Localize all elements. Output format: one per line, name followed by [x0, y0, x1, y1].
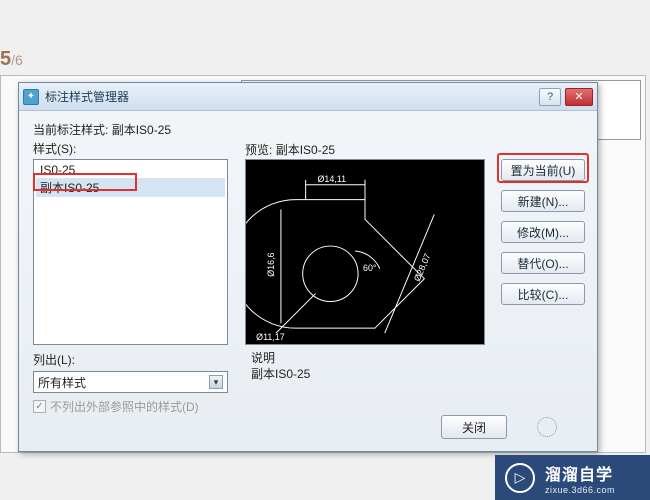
list-filter-select[interactable]: 所有样式 ▾ [33, 371, 228, 393]
list-label: 列出(L): [33, 351, 75, 368]
compare-button[interactable]: 比较(C)... [501, 283, 585, 305]
watermark-url: zixue.3d66.com [545, 485, 615, 495]
hide-xref-checkbox[interactable]: ✓ [33, 400, 46, 413]
override-button[interactable]: 替代(O)... [501, 252, 585, 274]
close-icon[interactable]: ✕ [565, 88, 593, 106]
current-style-label: 当前标注样式: [33, 123, 108, 137]
page-current: 5 [0, 48, 11, 70]
list-item[interactable]: IS0-25 [36, 162, 225, 178]
play-icon: ▷ [505, 463, 535, 493]
page-total: /6 [11, 52, 23, 68]
dimension-style-dialog: ✦ 标注样式管理器 ? ✕ 当前标注样式: 副本IS0-25 样式(S): IS… [18, 82, 598, 452]
app-icon: ✦ [23, 89, 39, 105]
description-label: 说明 [251, 349, 275, 366]
watermark: ▷ 溜溜自学 zixue.3d66.com [495, 455, 650, 500]
svg-text:Ø28,07: Ø28,07 [412, 252, 433, 283]
svg-text:Ø11,17: Ø11,17 [256, 332, 285, 342]
current-style-value: 副本IS0-25 [112, 123, 171, 137]
list-item[interactable]: 副本IS0-25 [36, 178, 225, 197]
watermark-name: 溜溜自学 [545, 461, 615, 485]
chevron-down-icon[interactable]: ▾ [209, 375, 223, 389]
help-button[interactable]: ? [539, 88, 561, 106]
modify-button[interactable]: 修改(M)... [501, 221, 585, 243]
select-value: 所有样式 [38, 374, 86, 391]
styles-listbox[interactable]: IS0-25 副本IS0-25 [33, 159, 228, 345]
preview-pane: Ø14,11 Ø16,6 Ø28,07 60° Ø11,17 [245, 159, 485, 345]
close-button[interactable]: 关闭 [441, 415, 507, 439]
preview-label: 预览: 副本IS0-25 [245, 141, 335, 158]
titlebar[interactable]: ✦ 标注样式管理器 ? ✕ [19, 83, 597, 111]
description-value: 副本IS0-25 [251, 365, 310, 382]
focus-indicator [537, 417, 557, 437]
new-button[interactable]: 新建(N)... [501, 190, 585, 212]
svg-text:60°: 60° [363, 263, 377, 273]
svg-text:Ø16,6: Ø16,6 [266, 252, 276, 276]
dialog-title: 标注样式管理器 [45, 88, 539, 105]
svg-text:Ø14,11: Ø14,11 [318, 174, 347, 184]
set-current-button[interactable]: 置为当前(U) [501, 159, 585, 181]
hide-xref-label: 不列出外部参照中的样式(D) [50, 398, 199, 415]
